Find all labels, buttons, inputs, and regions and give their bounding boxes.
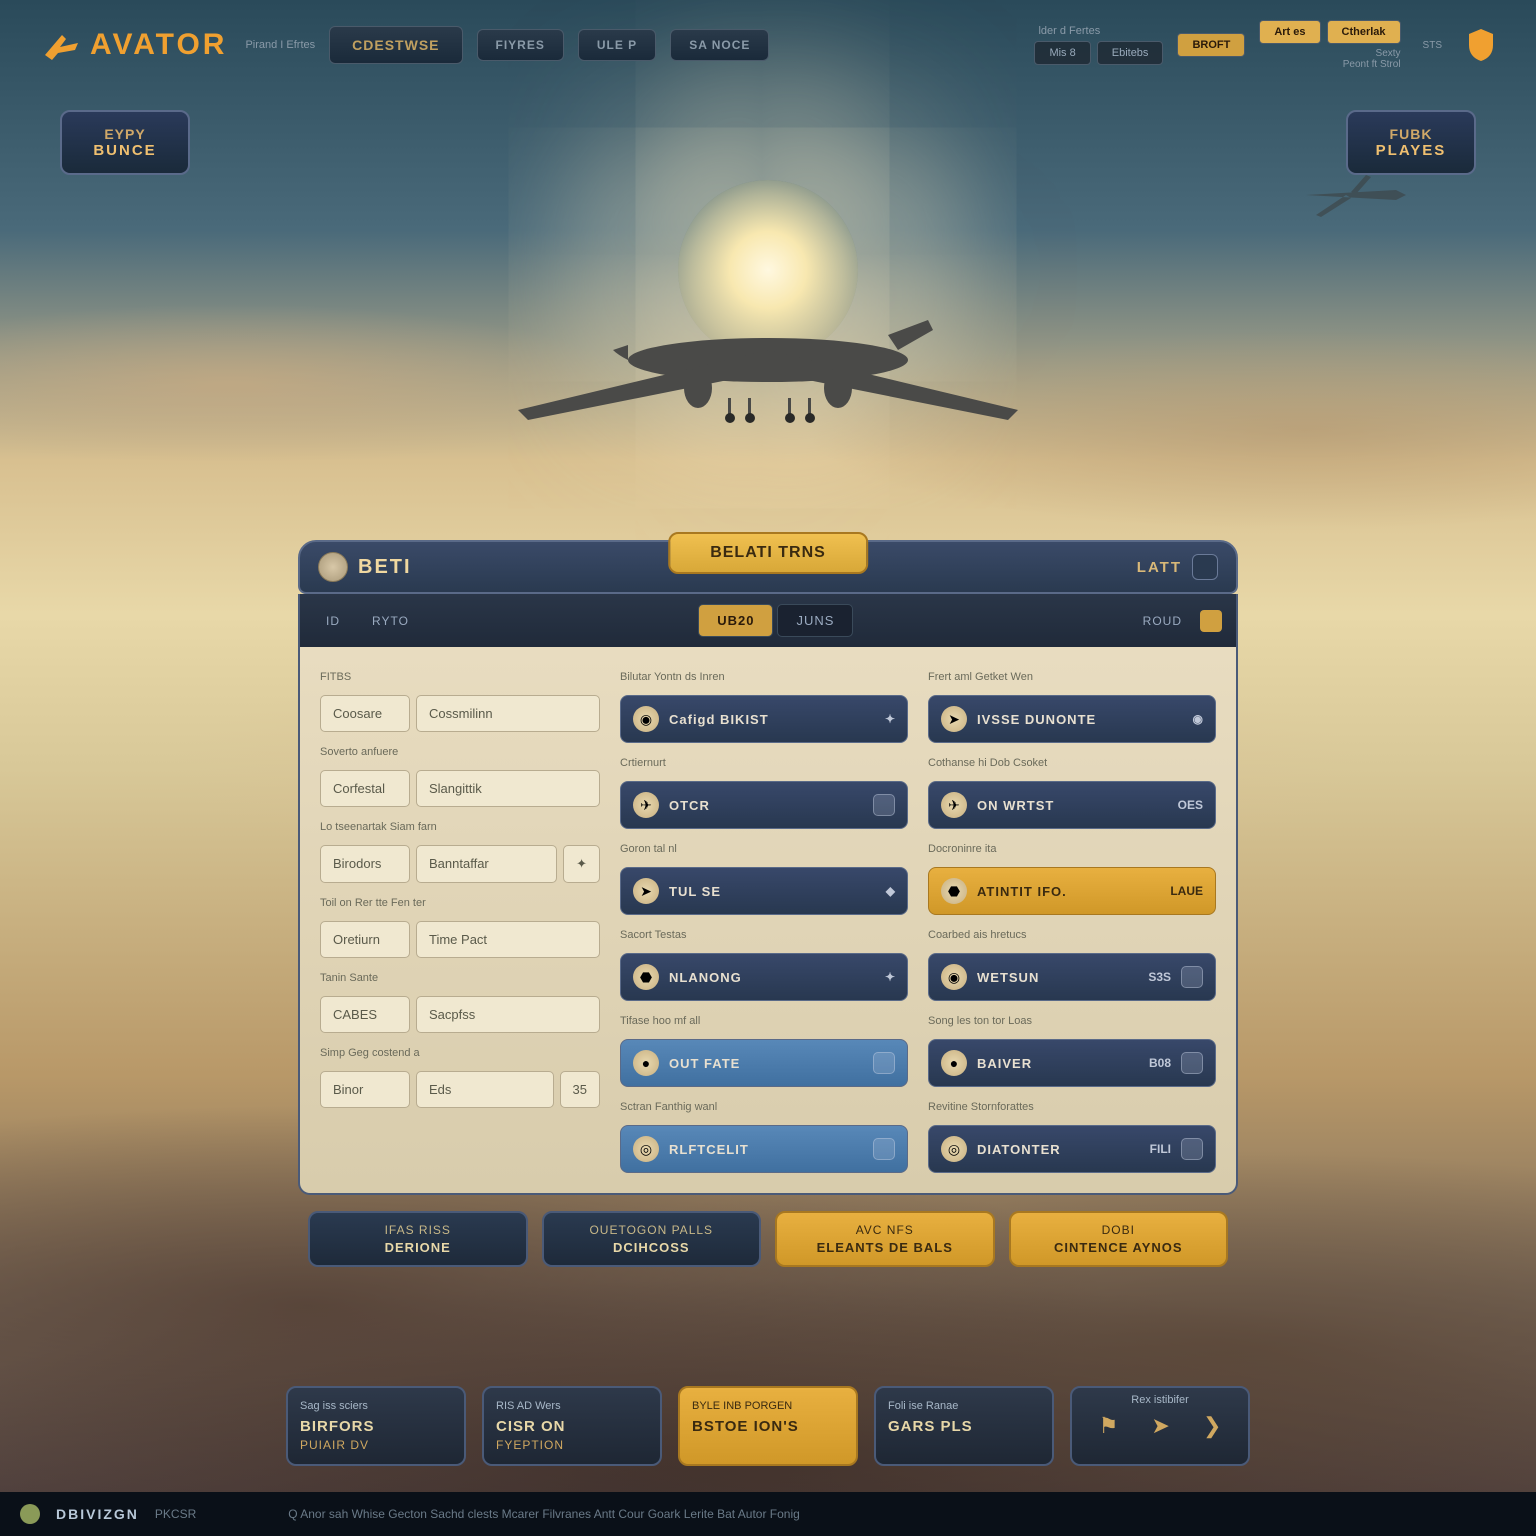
row-baiver[interactable]: ●BAIVERB08: [928, 1039, 1216, 1087]
bird-icon: [40, 25, 80, 65]
main-panel: BETI BELATI TRNS LATT ID RYTO UB20 JUNS …: [298, 540, 1238, 1275]
card-birfors[interactable]: Sag iss sciersBIRFORSPUIAIR DV: [286, 1386, 466, 1466]
field-corfestal[interactable]: Corfestal: [320, 770, 410, 807]
row-ivsse[interactable]: ➤IVSSE DUNONTE◉: [928, 695, 1216, 743]
brand-tagline: Pirand I Efrtes: [245, 39, 315, 51]
nav-sanoce[interactable]: SA NOCE: [670, 29, 769, 61]
footer-t1: PKCSR: [155, 1507, 196, 1521]
panel-header: BETI BELATI TRNS LATT: [298, 540, 1238, 594]
tab-roud[interactable]: ROUD: [1131, 608, 1194, 634]
meta-sts: STS: [1423, 40, 1442, 51]
nav-cdestwse[interactable]: CDESTWSE: [329, 26, 462, 64]
field-cossmilinn[interactable]: Cossmilinn: [416, 695, 600, 732]
row-nlanong[interactable]: ⬣NLANONG✦: [620, 953, 908, 1001]
field-sacpfss[interactable]: Sacpfss: [416, 996, 600, 1033]
hero-right-button[interactable]: FUBK PLAYES: [1346, 110, 1476, 175]
nav-fiyres[interactable]: FIYRES: [477, 29, 564, 61]
card-gars[interactable]: Foli ise RanaeGARS PLS: [874, 1386, 1054, 1466]
foot-ifas[interactable]: IFAS RISSDERIONE: [308, 1211, 528, 1267]
pill-ctherlak[interactable]: Ctherlak: [1327, 20, 1401, 44]
globe-icon: [318, 552, 348, 582]
row-otcr[interactable]: ✈OTCR: [620, 781, 908, 829]
top-meta: lder d Fertes: [1038, 25, 1163, 37]
pill-broft[interactable]: BROFT: [1177, 33, 1245, 57]
field-birodors[interactable]: Birodors: [320, 845, 410, 883]
form-column: FITBS CoosareCossmilinn Soverto anfuere …: [320, 667, 600, 1173]
foot-avcnfs[interactable]: AVC NFSELEANTS DE BALS: [775, 1211, 995, 1267]
hero-buttons: EYPY BUNCE FUBK PLAYES: [0, 90, 1536, 195]
action-column-2: Frert aml Getket Wen ➤IVSSE DUNONTE◉ Cot…: [928, 667, 1216, 1173]
panel-title-left: BETI: [358, 556, 412, 579]
panel-title-center[interactable]: BELATI TRNS: [668, 532, 868, 574]
foot-dobi[interactable]: DOBICINTENCE AYNOS: [1009, 1211, 1229, 1267]
tab-juns[interactable]: JUNS: [777, 604, 853, 637]
row-atintit[interactable]: ⬣ATINTIT IFO.LAUE: [928, 867, 1216, 915]
card-cisron[interactable]: RIS AD WersCISR ONFYEPTION: [482, 1386, 662, 1466]
row-tulse[interactable]: ➤TUL SE◆: [620, 867, 908, 915]
row-onwrtst[interactable]: ✈ON WRTSTOES: [928, 781, 1216, 829]
bottom-cards: Sag iss sciersBIRFORSPUIAIR DV RIS AD We…: [286, 1386, 1250, 1466]
row-wetsun[interactable]: ◉WETSUNS3S: [928, 953, 1216, 1001]
tab-id[interactable]: ID: [314, 608, 352, 634]
field-cabes[interactable]: CABES: [320, 996, 410, 1033]
footer-brand: DBIVIZGN: [56, 1506, 139, 1522]
footer-logo-icon: [20, 1504, 40, 1524]
hero-left-button[interactable]: EYPY BUNCE: [60, 110, 190, 175]
pill-mis[interactable]: Mis 8: [1034, 41, 1090, 65]
panel-badge[interactable]: [1192, 554, 1218, 580]
field-binor[interactable]: Binor: [320, 1071, 410, 1108]
row-diatonter[interactable]: ◎DIATONTERFILI: [928, 1125, 1216, 1173]
card-icons[interactable]: Rex istibifer ⚑ ➤ ❯: [1070, 1386, 1250, 1466]
page-footer: DBIVIZGN PKCSR Q Anor sah Whise Gecton S…: [0, 1492, 1536, 1536]
nav-ulep[interactable]: ULE P: [578, 29, 656, 61]
field-coosare[interactable]: Coosare: [320, 695, 410, 732]
field-slangittik[interactable]: Slangittik: [416, 770, 600, 807]
arrow-icon: ➤: [1151, 1413, 1169, 1439]
footer-links[interactable]: Q Anor sah Whise Gecton Sachd clests Mca…: [288, 1507, 800, 1521]
action-column-1: Bilutar Yontn ds Inren ◉Cafigd BIKIST✦ C…: [620, 667, 908, 1173]
meta-sexty: SextyPeont ft Strol: [1267, 48, 1400, 70]
panel-footer: IFAS RISSDERIONE OUETOGON PALLSDCIHCOSS …: [298, 1195, 1238, 1275]
foot-ouetogon[interactable]: OUETOGON PALLSDCIHCOSS: [542, 1211, 762, 1267]
shield-icon[interactable]: [1466, 27, 1496, 63]
field-oretiurn[interactable]: Oretiurn: [320, 921, 410, 958]
field-timepact[interactable]: Time Pact: [416, 921, 600, 958]
tab-badge[interactable]: [1200, 610, 1222, 632]
chevron-icon: ❯: [1203, 1413, 1221, 1439]
brand-name: AVATOR: [90, 28, 227, 62]
field-eds[interactable]: Eds: [416, 1071, 554, 1108]
hero-plane: [468, 240, 1068, 440]
header: AVATOR Pirand I Efrtes CDESTWSE FIYRES U…: [0, 0, 1536, 90]
panel-body: FITBS CoosareCossmilinn Soverto anfuere …: [298, 647, 1238, 1195]
field-35[interactable]: 35: [560, 1071, 600, 1108]
card-bstoe[interactable]: BYLE INB PORGENBSTOE ION'S: [678, 1386, 858, 1466]
logo[interactable]: AVATOR: [40, 25, 227, 65]
tab-ryto[interactable]: RYTO: [360, 608, 421, 634]
row-rlftcelit[interactable]: ◎RLFTCELIT: [620, 1125, 908, 1173]
flag-icon: ⚑: [1099, 1413, 1119, 1439]
panel-title-right: LATT: [1137, 559, 1182, 576]
row-cafigd[interactable]: ◉Cafigd BIKIST✦: [620, 695, 908, 743]
pill-artes[interactable]: Art es: [1259, 20, 1320, 44]
field-banntaffar[interactable]: Banntaffar: [416, 845, 557, 883]
tab-ub20[interactable]: UB20: [698, 604, 773, 637]
row-outfate[interactable]: ●OUT FATE: [620, 1039, 908, 1087]
pill-ebitebs[interactable]: Ebitebs: [1097, 41, 1164, 65]
panel-tabs: ID RYTO UB20 JUNS ROUD: [298, 594, 1238, 647]
